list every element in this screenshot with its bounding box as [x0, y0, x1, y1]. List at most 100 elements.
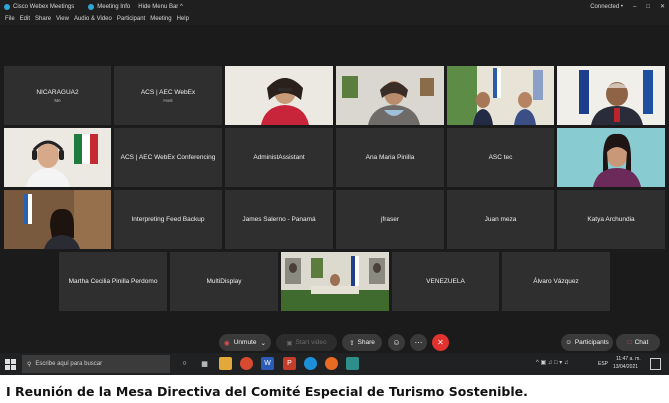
title-bar: Cisco Webex Meetings Meeting Info Hide M…	[0, 0, 669, 13]
app-name: Cisco Webex Meetings	[13, 3, 75, 10]
word-icon[interactable]: W	[261, 357, 274, 370]
clock-time[interactable]: 11:47 a. m.	[616, 356, 641, 362]
share-screen-icon: ⇧	[349, 339, 355, 347]
participant-video-6[interactable]	[557, 128, 665, 187]
minimize-icon[interactable]: –	[633, 4, 636, 10]
restore-icon[interactable]: □	[646, 4, 650, 10]
participant-role: Host	[163, 97, 173, 103]
participant-tile-ana-maria-pinilla[interactable]: Ana Maria Pinilla	[336, 128, 444, 187]
image-caption: I Reunión de la Mesa Directiva del Comit…	[6, 384, 528, 399]
participant-name: Juan meza	[484, 216, 517, 223]
participant-tile-venezuela[interactable]: VENEZUELA	[392, 252, 499, 311]
participant-tile-alvaro-vazquez[interactable]: Álvaro Vázquez	[502, 252, 610, 311]
menu-file[interactable]: File	[5, 16, 15, 22]
participant-name: ACS | AEC WebEx Conferencing	[120, 154, 216, 161]
participant-tile-multidisplay[interactable]: MultiDisplay	[170, 252, 278, 311]
chrome-icon[interactable]	[240, 357, 253, 370]
participant-video-1[interactable]	[225, 66, 333, 125]
chat-bubble-icon: □	[627, 339, 632, 346]
menu-share[interactable]: Share	[35, 16, 51, 22]
unmute-button[interactable]: ◉ Unmute ⌄	[219, 334, 271, 351]
participant-name: ASC tec	[488, 154, 513, 161]
video-frame	[281, 252, 389, 311]
video-frame	[225, 66, 333, 125]
video-frame	[4, 128, 111, 187]
participant-tile-katya-archundia[interactable]: Katya Archundia	[557, 190, 665, 249]
webex-taskbar-icon[interactable]	[346, 357, 359, 370]
windows-logo	[5, 359, 16, 370]
unmute-label: Unmute	[233, 339, 257, 346]
participants-label: Participants	[574, 339, 609, 346]
cortana-icon[interactable]: ○	[178, 357, 191, 370]
start-video-button[interactable]: ▣ Start video	[276, 334, 337, 351]
input-language[interactable]: ESP	[598, 361, 608, 367]
meeting-controls: ◉ Unmute ⌄ ▣ Start video ⇧ Share ☺ ⋯ ✕ ☺…	[0, 333, 669, 353]
share-label: Share	[357, 339, 375, 346]
connection-status[interactable]: Connected •	[590, 4, 623, 10]
participants-button[interactable]: ☺ Participants	[561, 334, 613, 351]
participant-name: VENEZUELA	[426, 278, 465, 285]
more-options-button[interactable]: ⋯	[410, 334, 427, 351]
participant-tile-asc-tec[interactable]: ASC tec	[447, 128, 554, 187]
participant-tile-acs-host[interactable]: ACS | AEC WebEx Host	[114, 66, 222, 125]
share-button[interactable]: ⇧ Share	[342, 334, 382, 351]
participant-video-8[interactable]	[281, 252, 389, 311]
participant-name: Interpreting Feed Backup	[131, 216, 205, 223]
video-frame	[447, 66, 554, 125]
start-video-label: Start video	[295, 339, 327, 346]
close-icon[interactable]: ✕	[660, 3, 665, 10]
more-icon: ⋯	[414, 338, 423, 347]
meeting-info-label: Meeting Info	[97, 3, 131, 10]
participant-tile-martha-pinilla[interactable]: Martha Cecilia Pinilla Perdomo	[59, 252, 167, 311]
participant-name: ACS | AEC WebEx	[140, 88, 196, 96]
firefox-icon[interactable]	[325, 357, 338, 370]
video-frame	[557, 128, 665, 187]
clock-date[interactable]: 13/04/2021	[613, 364, 638, 370]
leave-meeting-button[interactable]: ✕	[432, 334, 449, 351]
webex-logo-icon	[4, 3, 10, 10]
hide-menu-bar-button[interactable]: Hide Menu Bar ^	[138, 4, 183, 10]
taskbar-search-input[interactable]: ⚲ Escribe aquí para buscar	[22, 355, 170, 373]
participant-tile-james-salerno[interactable]: James Salerno - Panamá	[225, 190, 333, 249]
participant-video-5[interactable]	[4, 128, 111, 187]
menu-meeting[interactable]: Meeting	[150, 16, 171, 22]
participant-video-3[interactable]	[447, 66, 554, 125]
video-camera-icon: ▣	[286, 339, 293, 347]
info-icon	[88, 3, 95, 10]
microphone-muted-icon: ◉	[224, 339, 230, 347]
system-tray-icons[interactable]: ^ ▣ ♫ □ ▾ ♫	[536, 359, 568, 366]
menu-view[interactable]: View	[56, 16, 69, 22]
participant-name: Katya Archundia	[587, 216, 635, 223]
video-frame	[4, 190, 111, 249]
participant-tile-interpreting-feed[interactable]: Interpreting Feed Backup	[114, 190, 222, 249]
meeting-info-button[interactable]: Meeting Info	[88, 3, 131, 10]
windows-start-icon[interactable]	[5, 358, 17, 370]
participant-name: Ana Maria Pinilla	[365, 154, 415, 161]
menu-edit[interactable]: Edit	[20, 16, 30, 22]
powerpoint-icon[interactable]: P	[283, 357, 296, 370]
file-explorer-icon[interactable]	[219, 357, 232, 370]
menu-participant[interactable]: Participant	[117, 16, 145, 22]
menu-audio-video[interactable]: Audio & Video	[74, 16, 112, 22]
notification-icon[interactable]	[650, 358, 661, 370]
participant-video-7[interactable]	[4, 190, 111, 249]
close-icon: ✕	[437, 338, 444, 347]
participant-tile-administ-assistant[interactable]: AdministAssistant	[225, 128, 333, 187]
hide-menu-bar-label: Hide Menu Bar ^	[138, 3, 183, 10]
participant-name: Álvaro Vázquez	[533, 278, 579, 285]
menu-help[interactable]: Help	[177, 16, 189, 22]
edge-icon[interactable]	[304, 357, 317, 370]
participant-tile-acs-conferencing[interactable]: ACS | AEC WebEx Conferencing	[114, 128, 222, 187]
reactions-button[interactable]: ☺	[388, 334, 405, 351]
video-frame	[557, 66, 665, 125]
participant-name: NICARAGUA2	[36, 88, 79, 96]
participant-tile-juan-meza[interactable]: Juan meza	[447, 190, 554, 249]
participant-role: Me	[54, 97, 61, 103]
task-view-icon[interactable]: ▦	[198, 357, 211, 370]
participant-video-4[interactable]	[557, 66, 665, 125]
participant-video-2[interactable]	[336, 66, 444, 125]
participant-tile-jfraser[interactable]: jfraser	[336, 190, 444, 249]
participant-tile-nicaragua2[interactable]: NICARAGUA2 Me	[4, 66, 111, 125]
chat-button[interactable]: □ Chat	[616, 334, 660, 351]
participant-name: Martha Cecilia Pinilla Perdomo	[68, 278, 158, 285]
